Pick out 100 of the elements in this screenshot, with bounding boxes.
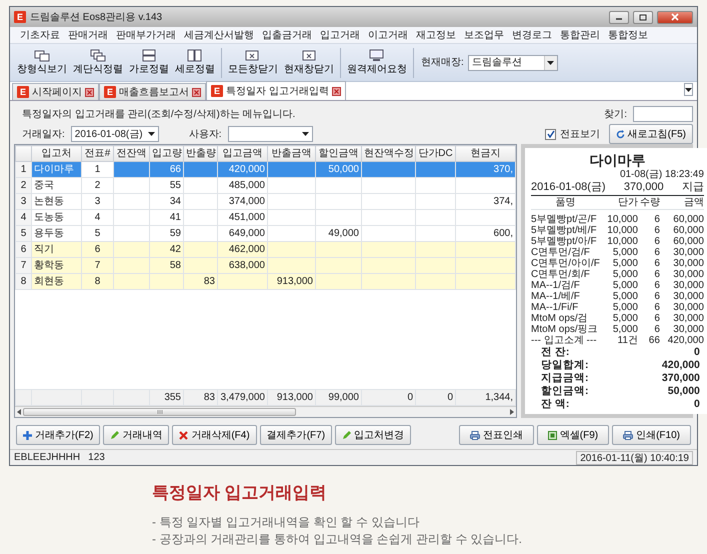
toolbar-button[interactable]: 세로정렬 — [172, 48, 218, 78]
menu-item[interactable]: 세금계산서발행 — [180, 28, 258, 42]
column-header[interactable]: 반출량 — [184, 146, 218, 162]
summary-value: 0 — [694, 398, 700, 411]
receipt-cell-text: MtoM ops/핑크 — [531, 324, 599, 335]
total-cell: 913,000 — [268, 390, 316, 406]
receipt-column-header: 단가 — [616, 196, 638, 209]
menu-item[interactable]: 이고거래 — [364, 28, 412, 42]
action-button[interactable]: 전표인쇄 — [458, 425, 534, 445]
receipt-cell-text: 5,000 — [612, 280, 638, 291]
row-number: 5 — [16, 226, 32, 242]
receipt-cell-text: 6 — [653, 236, 660, 247]
app-logo-icon: E — [17, 86, 29, 98]
dropdown-caret-icon[interactable] — [547, 60, 554, 64]
menu-item[interactable]: 재고정보 — [412, 28, 460, 42]
column-header[interactable]: 입고량 — [150, 146, 184, 162]
menu-item[interactable]: 통합정보 — [604, 28, 652, 42]
toolbar-button[interactable]: 계단식정렬 — [70, 48, 126, 78]
action-button[interactable]: 결제추가(F7) — [260, 425, 332, 445]
action-button[interactable]: 엑셀(F9) — [536, 425, 610, 445]
find-field[interactable] — [633, 106, 693, 122]
tab-list-button[interactable] — [684, 83, 693, 96]
action-button[interactable]: 거래추가(F2) — [16, 425, 100, 445]
menu-item[interactable]: 입고거래 — [316, 28, 364, 42]
column-header[interactable]: 전잔액 — [114, 146, 150, 162]
column-header[interactable]: 반출금액 — [268, 146, 316, 162]
toolbar-button[interactable]: 모든창닫기 — [225, 48, 281, 78]
toolbar-button[interactable]: 가로정렬 — [126, 48, 172, 78]
app-logo-icon: E — [14, 11, 26, 23]
column-header[interactable]: 입고처 — [32, 146, 82, 162]
table-cell: 4 — [82, 210, 114, 226]
toolbar-button[interactable]: 현재창닫기 — [281, 48, 337, 78]
status-user: EBLEEJHHHH — [14, 451, 80, 465]
summary-label: 지급금액: — [541, 372, 588, 385]
horizontal-scrollbar[interactable] — [15, 406, 516, 417]
toolbar-button[interactable]: 창형식보기 — [14, 48, 70, 78]
row-number: 2 — [16, 178, 32, 194]
menu-item[interactable]: 보조업무 — [460, 28, 508, 42]
receipt-cell-text: MA--1/검/F — [531, 280, 581, 291]
total-cell: 355 — [150, 390, 184, 406]
receipt-cell-text: 5,000 — [612, 324, 638, 335]
cascade-windows-icon — [34, 48, 50, 62]
minimize-button[interactable] — [609, 10, 629, 24]
tab[interactable]: E 특정일자 입고거래입력 — [206, 81, 346, 100]
summary-label: 전 잔: — [541, 346, 570, 359]
tab[interactable]: E 시작페이지 — [12, 83, 99, 100]
column-header[interactable]: 할인금액 — [316, 146, 362, 162]
dropdown-caret-icon[interactable] — [148, 132, 155, 136]
action-button[interactable]: 거래내역 — [103, 425, 170, 445]
action-button[interactable]: 거래삭제(F4) — [172, 425, 257, 445]
receipt-cell-text: MtoM ops/검 — [531, 313, 589, 324]
close-icon[interactable] — [192, 88, 201, 96]
receipt-column-header: 금액 — [682, 196, 704, 209]
column-header[interactable]: 전표# — [82, 146, 114, 162]
store-select[interactable]: 드림솔루션 — [468, 54, 558, 70]
tab[interactable]: E 매출흐름보고서 — [99, 83, 206, 100]
close-icon[interactable] — [332, 86, 341, 96]
receipt-cell-text: 6 — [653, 302, 660, 313]
total-cell: 99,000 — [316, 390, 362, 406]
menu-item[interactable]: 기초자료 — [16, 28, 64, 42]
caption-title: 특정일자 입고거래입력 — [152, 482, 328, 504]
menu-item[interactable]: 판매부가거래 — [112, 28, 180, 42]
receipt-cell-text: 60,000 — [672, 225, 704, 236]
refresh-button[interactable]: 새로고침(F5) — [608, 124, 693, 144]
table-cell: 370, — [456, 162, 516, 178]
column-header[interactable]: 단가DC — [416, 146, 456, 162]
table-cell: 462,000 — [218, 242, 268, 258]
table-cell: 374,000 — [218, 194, 268, 210]
menu-item[interactable]: 판매거래 — [64, 28, 112, 42]
receipt-cell-text: 5,000 — [612, 291, 638, 302]
maximize-icon — [639, 14, 647, 20]
scroll-left-icon — [17, 409, 21, 415]
maximize-button[interactable] — [633, 10, 653, 24]
menu-item[interactable]: 입출금거래 — [258, 28, 316, 42]
menu-item[interactable]: 변경로그 — [508, 28, 556, 42]
receipt-cell-text: 6 — [653, 291, 660, 302]
close-icon[interactable] — [85, 88, 94, 96]
receipt-cell-text: 6 — [653, 269, 660, 280]
summary-value: 0 — [694, 346, 700, 359]
toolbar-button[interactable]: 원격제어요청 — [344, 48, 410, 78]
table-cell: 485,000 — [218, 178, 268, 194]
column-header[interactable]: 입고금액 — [218, 146, 268, 162]
action-button[interactable]: 입고처변경 — [335, 425, 412, 445]
grip-icon — [156, 410, 163, 414]
summary-value: 50,000 — [668, 385, 700, 398]
dropdown-caret-icon[interactable] — [302, 132, 309, 136]
action-button[interactable]: 인쇄(F10) — [612, 425, 691, 445]
monitor-icon — [369, 48, 385, 62]
checkbox[interactable] — [545, 128, 556, 140]
dropdown-caret-icon[interactable] — [685, 88, 692, 92]
receipt-cell-text: 5,000 — [612, 258, 638, 269]
receipt-cell-text: MA--1/베/F — [531, 291, 581, 302]
spreadsheet-icon — [548, 430, 557, 440]
date-select[interactable]: 2016-01-08(금) — [70, 126, 159, 142]
close-button[interactable] — [657, 10, 693, 24]
menu-item[interactable]: 통합관리 — [556, 28, 604, 42]
column-header[interactable]: 현잔액수정 — [362, 146, 416, 162]
close-icon — [671, 13, 679, 21]
store-label: 현재매장: — [421, 56, 464, 70]
column-header[interactable]: 현금지 — [456, 146, 516, 162]
